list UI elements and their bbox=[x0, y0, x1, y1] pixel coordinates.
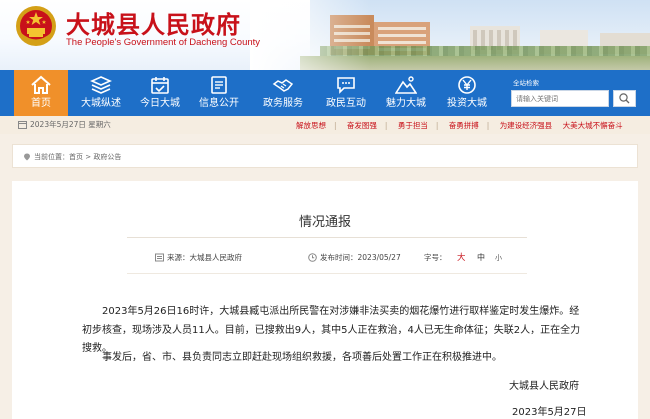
font-size-medium[interactable]: 中 bbox=[477, 252, 485, 263]
nav-item-today[interactable]: 今日大城 bbox=[132, 70, 188, 116]
nav-label: 政务服务 bbox=[263, 98, 303, 109]
article-publish-time: 发布时间：2023/05/27 bbox=[308, 252, 401, 263]
nav-item-charm[interactable]: 魅力大城 bbox=[376, 70, 436, 116]
document-icon bbox=[211, 76, 227, 94]
article-signature: 大城县人民政府 bbox=[509, 381, 579, 392]
handshake-icon bbox=[272, 79, 294, 92]
breadcrumb: 当前位置：首页 > 政府公告 bbox=[12, 144, 638, 168]
article-paragraph: 事发后，省、市、县负责同志立即赶赴现场组织救援，各项善后处置工作正在积极推进中。 bbox=[102, 352, 502, 363]
calendar-icon bbox=[18, 121, 27, 129]
site-subtitle: The People's Government of Dacheng Count… bbox=[66, 37, 261, 48]
nav-label: 政民互动 bbox=[326, 98, 366, 109]
slogan-link[interactable]: 大美大城不懈奋斗 bbox=[563, 121, 623, 130]
search-title: 全站检索 bbox=[513, 79, 539, 87]
chat-icon bbox=[337, 77, 355, 94]
date-text: 2023年5月27日 星期六 bbox=[30, 120, 111, 129]
site-title: 大城县人民政府 bbox=[66, 10, 241, 39]
separator: | bbox=[334, 121, 337, 130]
font-size-label: 字号： bbox=[424, 253, 447, 262]
article-title: 情况通报 bbox=[298, 215, 351, 230]
nav-item-invest[interactable]: 投资大城 bbox=[436, 70, 498, 116]
national-emblem-icon bbox=[16, 6, 56, 46]
layers-icon bbox=[90, 76, 112, 94]
info-bar: 2023年5月27日 星期六 解放思想 | 奋发图强 | 勇于担当 | 奋勇拼搏 | 为… bbox=[0, 116, 650, 134]
yen-icon bbox=[458, 76, 476, 94]
slogan-link[interactable]: 奋发图强 bbox=[347, 121, 377, 130]
nav-label: 大城纵述 bbox=[81, 98, 121, 109]
nav-item-overview[interactable]: 大城纵述 bbox=[72, 70, 130, 116]
search-button[interactable] bbox=[613, 90, 636, 107]
nav-label: 今日大城 bbox=[140, 98, 180, 109]
clock-icon bbox=[308, 253, 317, 262]
nav-label: 魅力大城 bbox=[386, 98, 426, 109]
article-source: 来源：大城县人民政府 bbox=[155, 252, 242, 263]
breadcrumb-text: 当前位置：首页 > 政府公告 bbox=[23, 152, 121, 162]
source-icon bbox=[155, 253, 164, 262]
mountain-icon bbox=[395, 76, 417, 94]
nav-label: 首页 bbox=[31, 98, 51, 109]
slogan-link[interactable]: 解放思想 bbox=[296, 121, 326, 130]
source-text: 来源：大城县人民政府 bbox=[167, 253, 242, 262]
separator: | bbox=[435, 121, 439, 130]
search-input[interactable] bbox=[511, 90, 609, 107]
divider bbox=[127, 273, 527, 274]
home-icon bbox=[31, 75, 51, 94]
nav-label: 投资大城 bbox=[447, 98, 487, 109]
font-size-small[interactable]: 小 bbox=[495, 253, 502, 263]
font-size-large[interactable]: 大 bbox=[457, 251, 466, 263]
slogan-link[interactable]: 奋勇拼搏 bbox=[449, 121, 479, 130]
article-panel: 情况通报 来源：大城县人民政府 发布时间：2023/05/27 字号： 大 中 … bbox=[12, 181, 638, 419]
separator: | bbox=[384, 121, 388, 130]
location-icon bbox=[24, 153, 30, 161]
nav-item-info-disclosure[interactable]: 信息公开 bbox=[190, 70, 248, 116]
banner-fade bbox=[250, 0, 370, 70]
separator: | bbox=[486, 121, 490, 130]
slogan-link[interactable]: 为建设经济强县 bbox=[500, 121, 553, 130]
site-search: 全站检索 bbox=[505, 74, 645, 112]
publish-text: 发布时间：2023/05/27 bbox=[320, 253, 401, 262]
current-date: 2023年5月27日 星期六 bbox=[18, 119, 111, 130]
nav-item-interaction[interactable]: 政民互动 bbox=[316, 70, 376, 116]
divider bbox=[127, 237, 527, 238]
main-nav: 首页 大城纵述 今日大城 信息公开 政务服务 政民互动 魅力大城 投资大城 全站… bbox=[0, 70, 650, 116]
nav-item-home[interactable]: 首页 bbox=[14, 70, 68, 116]
nav-label: 信息公开 bbox=[199, 98, 239, 109]
article-sign-date: 2023年5月27日 bbox=[512, 407, 587, 418]
nav-item-gov-service[interactable]: 政务服务 bbox=[252, 70, 314, 116]
breadcrumb-path[interactable]: 当前位置：首页 > 政府公告 bbox=[34, 152, 121, 162]
calendar-check-icon bbox=[151, 77, 169, 94]
slogan-links: 解放思想 | 奋发图强 | 勇于担当 | 奋勇拼搏 | 为建设经济强县 大美大城不懈奋斗 bbox=[296, 120, 631, 131]
search-icon bbox=[619, 93, 630, 104]
slogan-link[interactable]: 勇于担当 bbox=[398, 121, 428, 130]
site-header: 大城县人民政府 The People's Government of Dache… bbox=[0, 0, 650, 70]
